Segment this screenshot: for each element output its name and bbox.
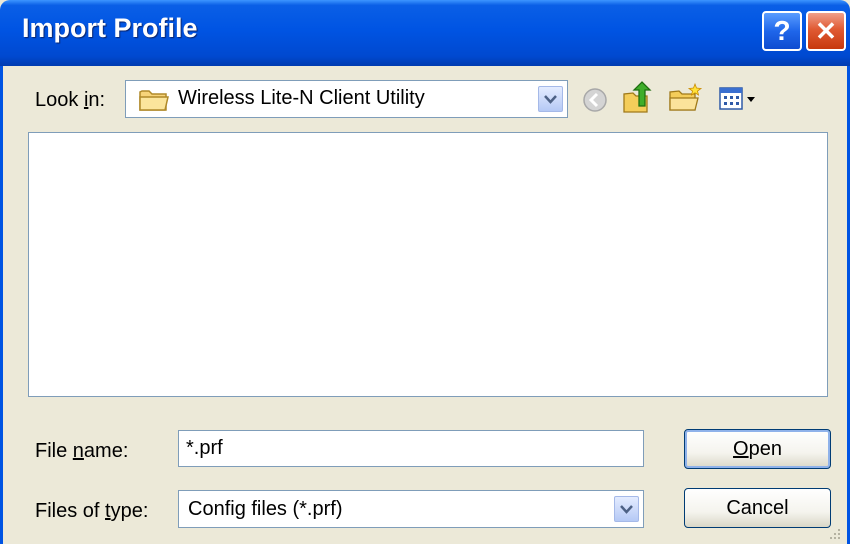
back-icon[interactable]: [581, 86, 609, 114]
file-name-value: *.prf: [186, 437, 223, 459]
file-type-label: Files of type:: [35, 500, 149, 522]
resize-grip-icon[interactable]: [827, 526, 841, 540]
look-in-label: Look in:: [35, 89, 106, 111]
cancel-button[interactable]: Cancel: [684, 488, 831, 528]
up-folder-icon[interactable]: [621, 80, 655, 116]
close-icon: ✕: [815, 15, 837, 46]
folder-icon: [139, 90, 169, 111]
file-name-label: File name:: [35, 440, 129, 462]
chevron-down-icon: [544, 94, 557, 104]
file-name-input[interactable]: *.prf: [178, 430, 644, 467]
help-icon: ?: [773, 15, 791, 46]
look-in-dropdown-arrow[interactable]: [538, 86, 563, 112]
open-button-label: Open: [733, 437, 782, 460]
new-folder-icon[interactable]: [667, 82, 703, 114]
file-list[interactable]: [28, 132, 828, 397]
file-type-dropdown[interactable]: Config files (*.prf): [178, 490, 644, 528]
title-bar[interactable]: Import Profile ? ✕: [0, 0, 850, 66]
file-type-dropdown-arrow[interactable]: [614, 496, 639, 522]
look-in-dropdown[interactable]: Wireless Lite-N Client Utility: [125, 80, 568, 118]
view-menu-icon[interactable]: [719, 86, 759, 112]
file-type-value: Config files (*.prf): [188, 498, 343, 520]
cancel-button-label: Cancel: [726, 496, 789, 519]
chevron-down-icon: [620, 504, 633, 514]
look-in-value: Wireless Lite-N Client Utility: [178, 87, 425, 109]
close-button[interactable]: ✕: [806, 11, 846, 51]
window-title: Import Profile: [22, 13, 198, 43]
open-button[interactable]: Open: [684, 429, 831, 469]
dialog-body: Look in: Wireless Lite-N Client Utility …: [0, 66, 850, 544]
help-button[interactable]: ?: [762, 11, 802, 51]
